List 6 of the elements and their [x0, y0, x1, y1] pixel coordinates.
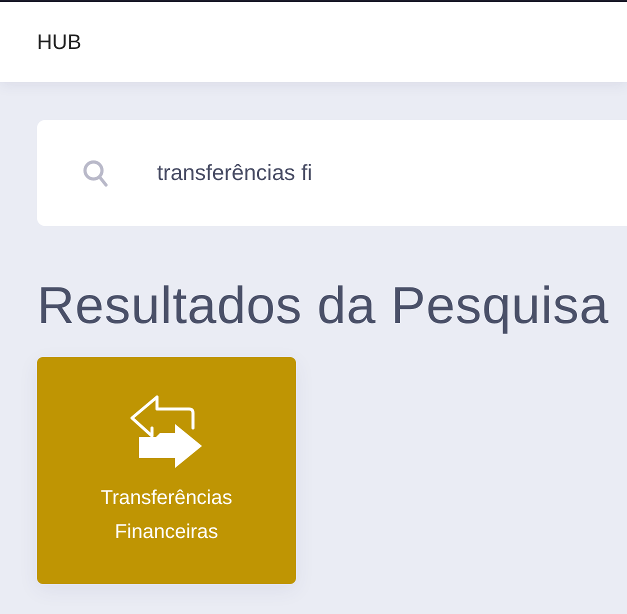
search-icon — [83, 160, 108, 187]
tile-label: Transferências Financeiras — [100, 486, 234, 545]
transfer-arrows-icon — [130, 395, 204, 469]
app-title: HUB — [37, 32, 82, 52]
results-heading: Resultados da Pesquisa — [37, 280, 610, 332]
search-field[interactable]: transferências fi — [37, 120, 627, 226]
